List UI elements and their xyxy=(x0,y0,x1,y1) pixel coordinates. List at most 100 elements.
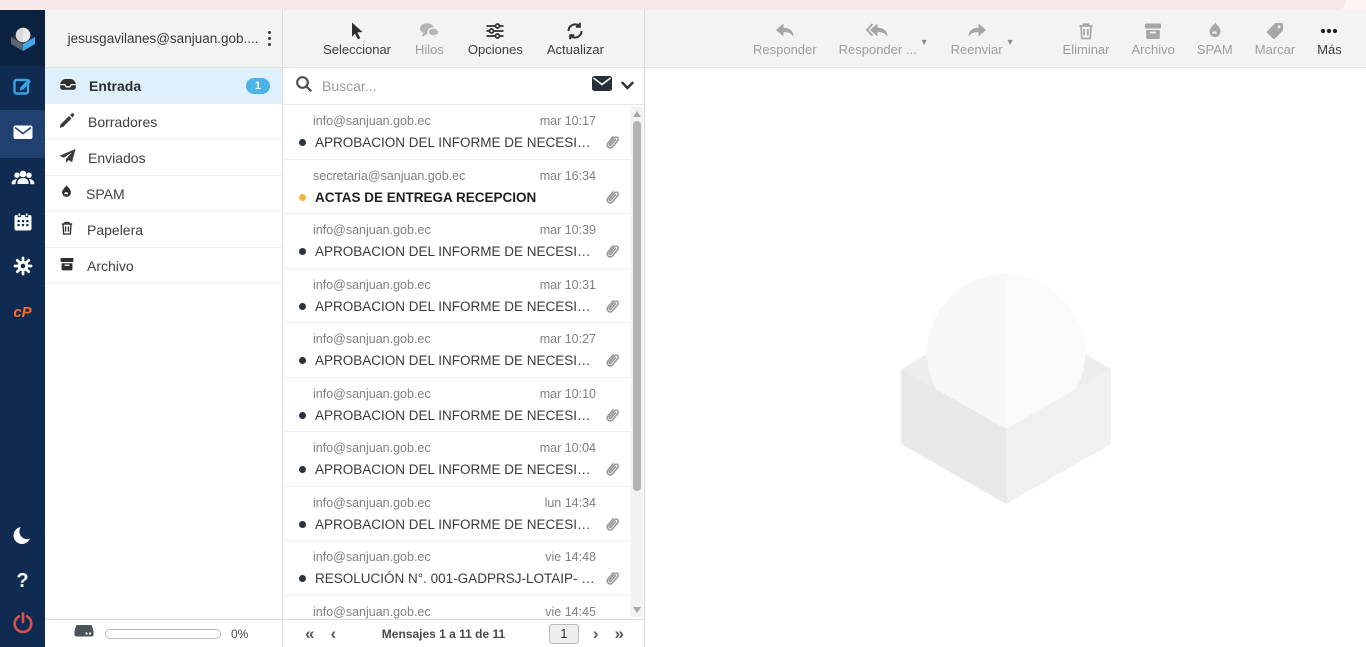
message-status-dot[interactable] xyxy=(299,521,306,528)
compose-button[interactable] xyxy=(0,66,45,110)
forward-button[interactable]: Reenviar xyxy=(951,21,1003,56)
folder-label: Borradores xyxy=(88,114,270,130)
quota-bar xyxy=(105,629,221,639)
attachment-icon xyxy=(604,298,620,315)
folder-item-drafts[interactable]: Borradores xyxy=(45,104,282,140)
reply-all-button[interactable]: Responder ... xyxy=(839,21,917,56)
message-list-item[interactable]: info@sanjuan.gob.ec mar 10:10 APROBACION… xyxy=(283,378,630,433)
attachment-icon xyxy=(604,516,620,533)
refresh-button[interactable]: Actualizar xyxy=(547,21,604,56)
message-sender: info@sanjuan.gob.ec xyxy=(313,441,431,455)
message-list-pane: info@sanjuan.gob.ec mar 10:17 APROBACION… xyxy=(283,68,645,647)
folder-list: Entrada 1 Borradores Enviados xyxy=(45,68,282,619)
folder-label: Enviados xyxy=(88,150,270,166)
message-status-dot[interactable] xyxy=(299,357,306,364)
flame-icon xyxy=(59,184,74,203)
message-list: info@sanjuan.gob.ec mar 10:17 APROBACION… xyxy=(283,105,644,619)
message-list-item[interactable]: info@sanjuan.gob.ec mar 10:27 APROBACION… xyxy=(283,323,630,378)
attachment-icon xyxy=(604,407,620,424)
select-button[interactable]: Seleccionar xyxy=(323,21,391,56)
pagination-bar: « ‹ Mensajes 1 a 11 de 11 1 › » xyxy=(283,619,644,647)
refresh-icon xyxy=(565,21,585,41)
more-dots-icon xyxy=(1318,21,1340,41)
help-button[interactable]: ? xyxy=(0,559,45,603)
message-date: vie 14:45 xyxy=(545,605,596,619)
search-bar xyxy=(283,68,644,105)
more-button[interactable]: Más xyxy=(1317,21,1342,56)
folder-item-spam[interactable]: SPAM xyxy=(45,176,282,212)
message-date: vie 14:48 xyxy=(545,550,596,564)
calendar-icon xyxy=(11,210,35,239)
quota-footer: 0% xyxy=(45,619,282,647)
reply-all-icon xyxy=(866,21,890,41)
scrollbar-thumb[interactable] xyxy=(633,121,641,491)
message-list-item[interactable]: info@sanjuan.gob.ec vie 14:48 RESOLUCIÓN… xyxy=(283,541,630,596)
message-status-dot[interactable] xyxy=(299,575,306,582)
flame-icon xyxy=(1206,21,1224,41)
message-list-item[interactable]: info@sanjuan.gob.ec mar 10:39 APROBACION… xyxy=(283,214,630,269)
first-page-button[interactable]: « xyxy=(297,625,322,642)
message-list-item[interactable]: info@sanjuan.gob.ec mar 10:17 APROBACION… xyxy=(283,105,630,160)
message-status-dot[interactable] xyxy=(299,466,306,473)
list-scrollbar[interactable] xyxy=(631,107,643,617)
preview-pane xyxy=(645,68,1366,647)
message-list-item[interactable]: secretaria@sanjuan.gob.ec mar 16:34 ACTA… xyxy=(283,160,630,215)
folder-item-archive[interactable]: Archivo xyxy=(45,248,282,284)
message-sender: info@sanjuan.gob.ec xyxy=(313,550,431,564)
threads-button[interactable]: Hilos xyxy=(415,21,444,56)
account-header: jesusgavilanes@sanjuan.gob.... xyxy=(45,10,283,67)
archive-button[interactable]: Archivo xyxy=(1132,21,1175,56)
dark-mode-toggle[interactable] xyxy=(0,515,45,559)
paper-plane-icon xyxy=(59,148,76,167)
delete-button[interactable]: Eliminar xyxy=(1063,21,1110,56)
message-status-dot[interactable] xyxy=(299,248,306,255)
message-date: lun 14:34 xyxy=(545,496,596,510)
message-status-dot[interactable] xyxy=(299,194,306,201)
quota-percent: 0% xyxy=(231,627,248,641)
message-list-item[interactable]: info@sanjuan.gob.ec mar 10:04 APROBACION… xyxy=(283,432,630,487)
message-list-item[interactable]: info@sanjuan.gob.ec vie 14:45 xyxy=(283,596,630,620)
last-page-button[interactable]: » xyxy=(607,625,632,642)
mark-button[interactable]: Marcar xyxy=(1255,21,1295,56)
unread-count-badge: 1 xyxy=(246,78,270,94)
message-status-dot[interactable] xyxy=(299,139,306,146)
reply-button[interactable]: Responder xyxy=(753,21,817,56)
logout-button[interactable] xyxy=(0,603,45,647)
folder-item-trash[interactable]: Papelera xyxy=(45,212,282,248)
page-number-input[interactable]: 1 xyxy=(549,624,579,644)
folder-label: Entrada xyxy=(89,78,234,94)
forward-dropdown-caret[interactable]: ▼ xyxy=(1006,37,1015,47)
next-page-button[interactable]: › xyxy=(585,625,607,642)
scroll-down-arrow-icon[interactable] xyxy=(633,607,641,613)
message-list-item[interactable]: info@sanjuan.gob.ec mar 10:31 APROBACION… xyxy=(283,269,630,324)
chevron-down-icon xyxy=(621,77,634,95)
roundcube-watermark xyxy=(900,273,1112,505)
folder-item-sent[interactable]: Enviados xyxy=(45,140,282,176)
rail-item-mail[interactable] xyxy=(0,110,45,158)
message-status-dot[interactable] xyxy=(299,412,306,419)
message-subject: APROBACION DEL INFORME DE NECESIDA... xyxy=(315,517,596,532)
options-button[interactable]: Opciones xyxy=(468,21,523,56)
message-date: mar 10:39 xyxy=(540,223,596,237)
folder-item-inbox[interactable]: Entrada 1 xyxy=(45,68,282,104)
prev-page-button[interactable]: ‹ xyxy=(322,625,344,642)
attachment-icon xyxy=(604,461,620,478)
rail-item-cpanel[interactable]: cP xyxy=(0,290,45,334)
account-menu-kebab-icon[interactable] xyxy=(263,27,277,51)
help-icon: ? xyxy=(16,570,28,593)
reply-all-dropdown-caret[interactable]: ▼ xyxy=(920,37,929,47)
message-rows: info@sanjuan.gob.ec mar 10:17 APROBACION… xyxy=(283,105,630,619)
gear-icon xyxy=(11,254,35,283)
rail-item-contacts[interactable] xyxy=(0,158,45,202)
spam-button[interactable]: SPAM xyxy=(1197,21,1233,56)
scroll-up-arrow-icon[interactable] xyxy=(633,111,641,117)
message-status-dot[interactable] xyxy=(299,303,306,310)
list-toolbar: Seleccionar Hilos Opciones Actualizar xyxy=(283,10,645,67)
search-scope-button[interactable] xyxy=(591,75,634,97)
rail-item-settings[interactable] xyxy=(0,246,45,290)
message-subject: RESOLUCIÓN N°. 001-GADPRSJ-LOTAIP- 20... xyxy=(315,571,596,586)
message-list-item[interactable]: info@sanjuan.gob.ec lun 14:34 APROBACION… xyxy=(283,487,630,542)
folder-label: Papelera xyxy=(87,222,270,238)
rail-item-calendar[interactable] xyxy=(0,202,45,246)
search-input[interactable] xyxy=(322,78,582,94)
